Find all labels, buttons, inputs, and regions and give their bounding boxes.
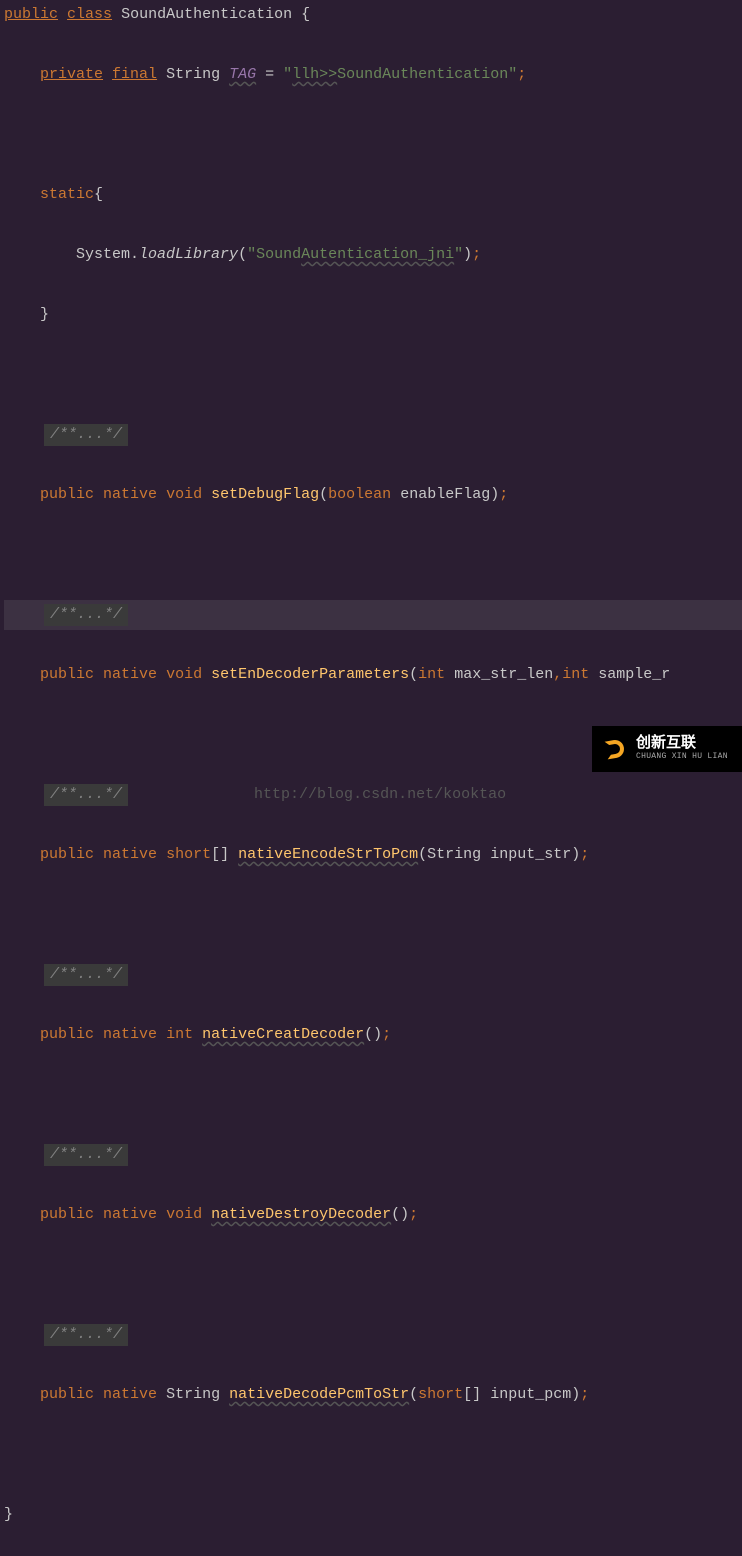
code-line: public native String nativeDecodePcmToSt… [4,1380,742,1410]
code-line: public native void setDebugFlag(boolean … [4,480,742,510]
code-line: public native int nativeCreatDecoder(); [4,1020,742,1050]
code-block: public class SoundAuthentication { priva… [0,0,742,1556]
watermark: http://blog.csdn.net/kooktao [254,786,506,803]
logo-text-cn: 创新互联 [636,736,728,753]
doc-comment: /**...*/ [44,604,128,626]
doc-comment: /**...*/ [44,424,128,446]
doc-comment: /**...*/ [44,964,128,986]
code-line: public native short[] nativeEncodeStrToP… [4,840,742,870]
code-line: public class SoundAuthentication { [4,0,742,30]
doc-comment: /**...*/ [44,1324,128,1346]
code-line: } [4,300,742,330]
logo-badge: 创新互联 CHUANG XIN HU LIAN [592,726,742,772]
code-line: } [4,1500,742,1530]
logo-icon [600,734,630,764]
logo-text-en: CHUANG XIN HU LIAN [636,753,728,762]
code-line: public native void nativeDestroyDecoder(… [4,1200,742,1230]
doc-comment: /**...*/ [44,1144,128,1166]
doc-comment: /**...*/ [44,784,128,806]
code-line: System.loadLibrary("SoundAutentication_j… [4,240,742,270]
code-line: private final String TAG = "llh>>SoundAu… [4,60,742,90]
code-line: static{ [4,180,742,210]
code-line: public native void setEnDecoderParameter… [4,660,742,690]
